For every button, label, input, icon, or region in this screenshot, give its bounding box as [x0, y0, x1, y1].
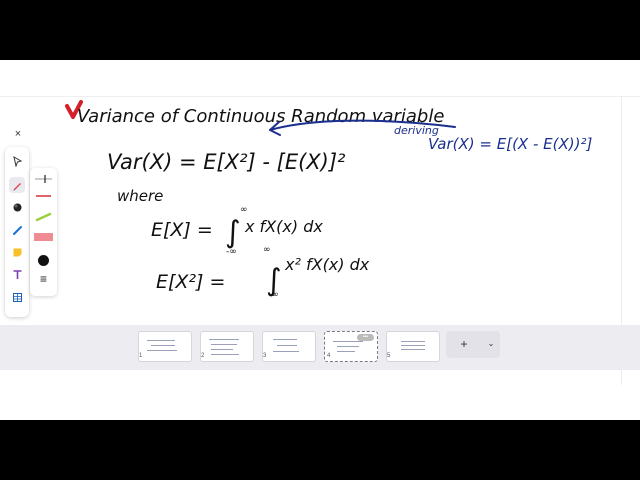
pen-color-red[interactable] — [33, 192, 54, 200]
close-icon[interactable]: × — [11, 127, 25, 141]
page-number: 2 — [201, 353, 205, 359]
page-number: 4 — [327, 353, 331, 359]
second-moment-integrand: x² fX(x) dx — [284, 255, 370, 274]
marker-icon[interactable] — [9, 222, 25, 238]
menu-icon[interactable]: ≡ — [33, 272, 54, 286]
sticky-note-icon[interactable] — [9, 244, 25, 260]
pen-color-green[interactable] — [33, 210, 54, 222]
board-title: Variance of Continuous Random variable — [77, 106, 444, 127]
app-screen: Variance of Continuous Random variable V… — [0, 60, 640, 420]
page-thumbnail[interactable] — [138, 331, 192, 362]
pen-options-panel: ≡ — [30, 168, 57, 296]
lower-limit-2: -∞ — [268, 290, 279, 300]
second-moment-label: E[X²] = — [156, 271, 225, 293]
tool-palette — [5, 147, 29, 317]
where-label: where — [117, 187, 163, 205]
page-number: 1 — [139, 353, 143, 359]
pen-color-black[interactable] — [33, 254, 54, 267]
integral-sign-1: ∫ — [225, 215, 241, 250]
annotation-formula: Var(X) = E[(X - E(X))²] — [428, 135, 592, 153]
pen-icon[interactable] — [9, 177, 25, 193]
variance-formula: Var(X) = E[X²] - [E(X)]² — [107, 150, 346, 174]
page-thumbnail[interactable] — [386, 331, 440, 362]
upper-limit-1: ∞ — [240, 205, 248, 215]
page-thumbnail[interactable] — [262, 331, 316, 362]
expectation-integrand: x fX(x) dx — [244, 217, 323, 236]
highlighter-sample[interactable] — [33, 232, 54, 242]
chevron-down-icon[interactable]: ⌄ — [486, 338, 496, 350]
expectation-label: E[X] = — [151, 219, 213, 241]
pointer-icon[interactable] — [9, 153, 25, 169]
text-icon[interactable] — [9, 266, 25, 282]
page-strip: 1 2 3 4 5 — [0, 325, 640, 370]
eraser-icon[interactable] — [9, 199, 25, 215]
lower-limit-1: -∞ — [226, 247, 237, 257]
page-number: 5 — [387, 353, 391, 359]
page-number: 3 — [263, 353, 267, 359]
pen-size-slider[interactable] — [33, 174, 54, 184]
upper-limit-2: ∞ — [263, 245, 271, 255]
plus-icon[interactable]: + — [458, 337, 470, 351]
page-more-options-icon[interactable]: ••• — [357, 334, 374, 341]
page-thumbnail[interactable] — [200, 331, 254, 362]
table-icon[interactable] — [9, 289, 25, 305]
